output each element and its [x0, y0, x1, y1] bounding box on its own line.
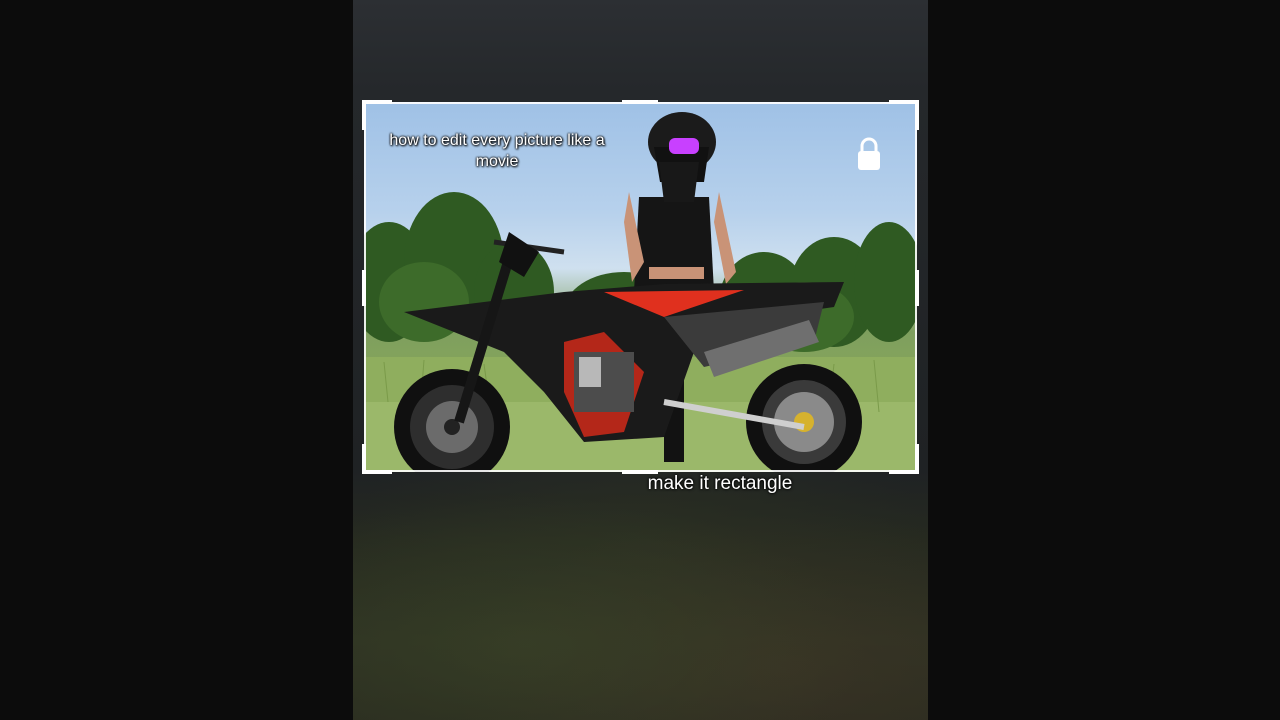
crop-handle-right-edge[interactable]: [915, 270, 919, 306]
crop-handle-top-left[interactable]: [362, 100, 392, 104]
crop-handle-bottom-left[interactable]: [362, 470, 392, 474]
crop-handle-left-edge[interactable]: [362, 270, 366, 306]
caption-title: how to edit every picture like a movie: [389, 132, 605, 170]
caption-instruction: make it rectangle: [647, 473, 793, 494]
crop-handle-top-right-vertical[interactable]: [915, 100, 919, 130]
crop-handle-bottom-left-vertical[interactable]: [362, 444, 366, 474]
lock-icon[interactable]: [856, 136, 882, 172]
screen: how to edit every picture like a movie m…: [0, 0, 1280, 720]
crop-handle-bottom-right-vertical[interactable]: [915, 444, 919, 474]
crop-handle-top-left-vertical[interactable]: [362, 100, 366, 130]
crop-handle-top-edge[interactable]: [622, 100, 658, 104]
blurred-background: [353, 470, 928, 720]
